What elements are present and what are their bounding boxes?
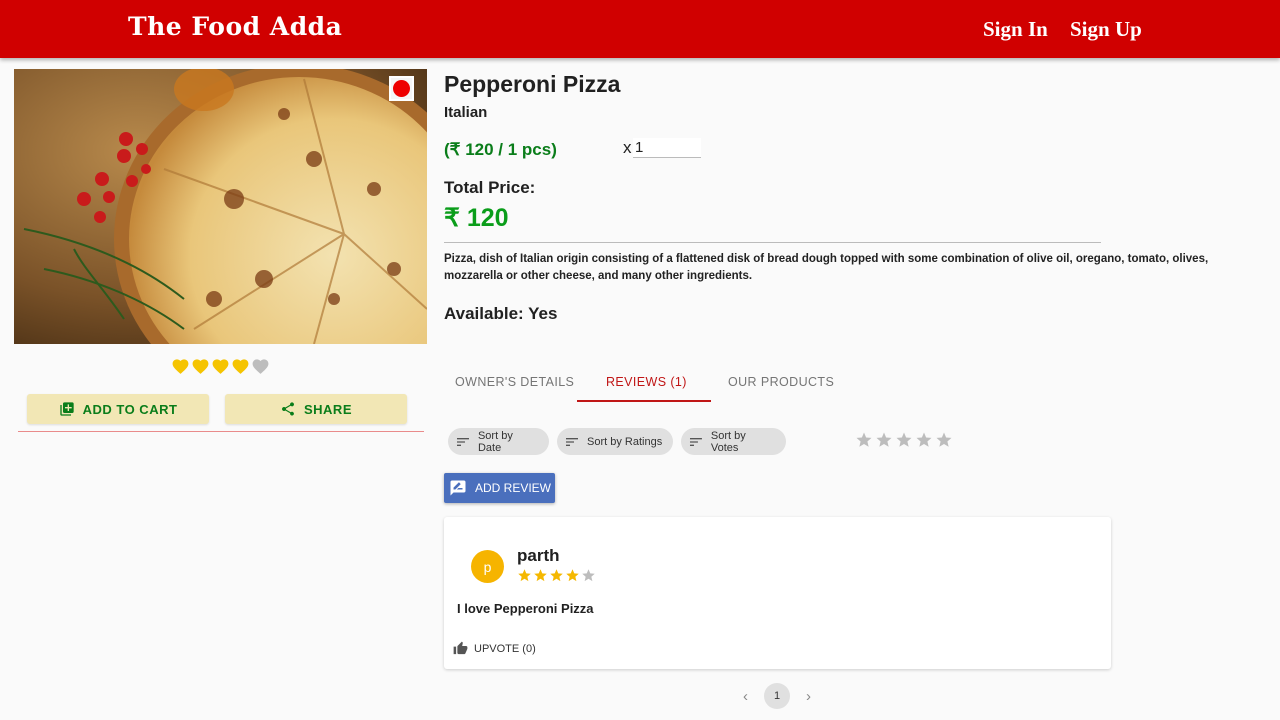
share-button[interactable]: SHARE	[225, 394, 407, 424]
review-card: p parth I love Pepperoni Pizza UPVOTE (0…	[444, 517, 1111, 669]
sort-icon	[566, 437, 578, 446]
sort-by-ratings-chip[interactable]: Sort by Ratings	[557, 428, 673, 455]
add-to-cart-label: ADD TO CART	[82, 401, 178, 417]
tab-our-products[interactable]: OUR PRODUCTS	[728, 375, 834, 389]
page-button[interactable]: 1	[764, 683, 790, 709]
sort-icon	[456, 437, 469, 446]
heart-icon	[172, 359, 189, 374]
tab-owners-details[interactable]: OWNER'S DETAILS	[455, 375, 574, 389]
heart-icon	[212, 359, 229, 374]
sort-by-votes-chip[interactable]: Sort by Votes	[681, 428, 786, 455]
active-tab-indicator	[577, 400, 711, 402]
thumb-up-icon	[453, 641, 468, 655]
reviewer-name: parth	[517, 546, 560, 565]
product-cuisine: Italian	[444, 104, 488, 121]
star-icon	[550, 569, 563, 582]
review-text: I love Pepperoni Pizza	[457, 601, 594, 616]
star-icon	[534, 569, 547, 582]
star-icon	[566, 569, 579, 582]
top-app-bar: The Food Adda Sign In Sign Up	[0, 0, 1280, 58]
review-rating	[517, 568, 596, 583]
brand-logo[interactable]: The Food Adda	[128, 12, 342, 41]
star-icon[interactable]	[855, 431, 873, 449]
star-icon	[582, 569, 595, 582]
upvote-button[interactable]: UPVOTE (0)	[453, 641, 536, 656]
add-review-label: ADD REVIEW	[475, 481, 552, 495]
rating-hearts	[171, 357, 270, 376]
quantity-prefix: x	[623, 138, 632, 157]
chip-label: Sort by Votes	[710, 429, 746, 454]
add-review-button[interactable]: ADD REVIEW	[444, 473, 555, 503]
sort-by-date-chip[interactable]: Sort by Date	[448, 428, 549, 455]
share-icon	[281, 402, 294, 416]
divider	[18, 431, 424, 432]
product-title: Pepperoni Pizza	[444, 71, 621, 97]
quantity-input[interactable]	[633, 138, 701, 158]
product-description: Pizza, dish of Italian origin consisting…	[444, 253, 1209, 282]
star-icon[interactable]	[935, 431, 953, 449]
star-icon[interactable]	[895, 431, 913, 449]
non-veg-badge-icon	[389, 76, 414, 101]
star-icon	[518, 569, 531, 582]
unit-price: (₹ 120 / 1 pcs)	[444, 140, 557, 159]
add-to-cart-button[interactable]: ADD TO CART	[27, 394, 209, 424]
heart-icon	[232, 359, 249, 374]
heart-icon	[192, 359, 209, 374]
pagination: ‹ 1 ›	[733, 683, 821, 709]
rating-filter[interactable]	[855, 431, 953, 449]
share-label: SHARE	[303, 401, 352, 417]
next-page-icon[interactable]: ›	[796, 683, 821, 709]
star-icon[interactable]	[915, 431, 933, 449]
previous-page-icon[interactable]: ‹	[733, 683, 758, 709]
star-icon[interactable]	[875, 431, 893, 449]
total-price-label: Total Price:	[444, 178, 536, 197]
heart-icon	[252, 359, 269, 374]
chip-label: Sort by Date	[477, 429, 513, 454]
upvote-label: UPVOTE (0)	[474, 642, 536, 655]
avatar: p	[471, 550, 504, 583]
sort-icon	[689, 437, 702, 446]
tab-reviews[interactable]: REVIEWS (1)	[606, 375, 687, 389]
sign-in-link[interactable]: Sign In	[983, 17, 1048, 42]
availability-status: Available: Yes	[444, 304, 558, 323]
chip-label: Sort by Ratings	[587, 435, 663, 448]
product-image	[14, 69, 427, 344]
total-price-value: ₹ 120	[444, 204, 509, 232]
add-to-cart-icon	[59, 402, 74, 416]
divider	[444, 242, 1101, 243]
rate-review-icon	[450, 480, 466, 496]
sign-up-link[interactable]: Sign Up	[1070, 17, 1142, 42]
